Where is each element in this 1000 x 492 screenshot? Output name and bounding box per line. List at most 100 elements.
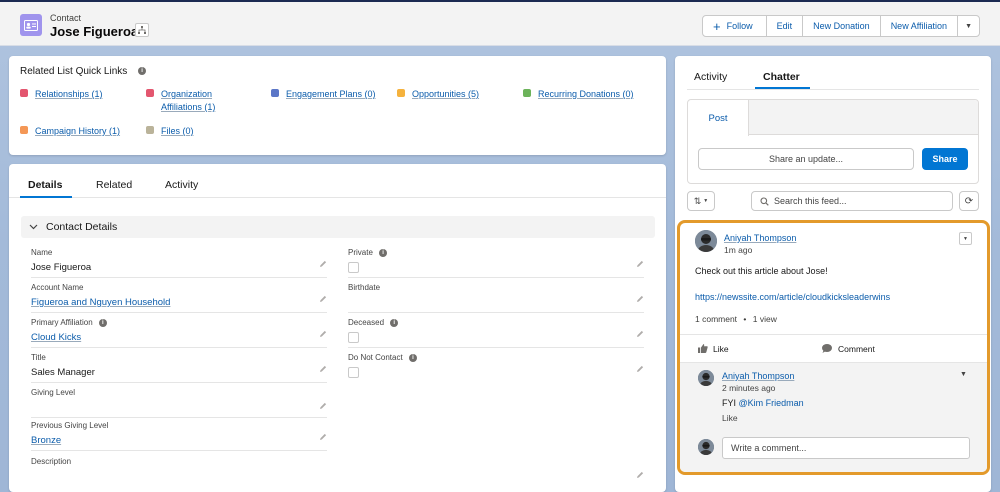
quick-link-label: Relationships (1) bbox=[35, 89, 103, 99]
like-button[interactable]: Like bbox=[698, 344, 729, 354]
share-button[interactable]: Share bbox=[922, 148, 968, 170]
chevron-down-icon[interactable]: ▼ bbox=[960, 371, 967, 378]
edit-button[interactable]: Edit bbox=[765, 15, 804, 37]
tab-details[interactable]: Details bbox=[28, 179, 62, 191]
pencil-icon[interactable] bbox=[636, 330, 644, 340]
search-icon bbox=[760, 196, 769, 206]
avatar bbox=[698, 439, 714, 455]
field-divider bbox=[348, 312, 644, 313]
refresh-icon: ⟳ bbox=[964, 195, 974, 207]
field-divider bbox=[31, 450, 327, 451]
comment-author-link[interactable]: Aniyah Thompson bbox=[722, 371, 794, 381]
pencil-icon[interactable] bbox=[319, 330, 327, 340]
view-count: 1 view bbox=[752, 314, 777, 324]
field-label-row: Do Not Contact i bbox=[348, 353, 417, 362]
quick-link-campaign-history[interactable]: Campaign History (1) bbox=[20, 125, 120, 138]
field-label: Giving Level bbox=[31, 388, 76, 397]
info-icon[interactable]: i bbox=[379, 248, 388, 257]
quick-link-organization-affiliations[interactable]: Organization Affiliations (1) bbox=[146, 88, 226, 114]
comment-count[interactable]: 1 comment bbox=[695, 314, 737, 324]
quick-link-opportunities[interactable]: Opportunities (5) bbox=[397, 88, 479, 101]
recurring-donations-icon bbox=[523, 89, 531, 97]
quick-link-relationships[interactable]: Relationships (1) bbox=[20, 88, 103, 101]
pencil-icon[interactable] bbox=[636, 471, 644, 481]
comment-label: Comment bbox=[838, 343, 875, 354]
quick-link-engagement-plans[interactable]: Engagement Plans (0) bbox=[271, 88, 376, 101]
quick-link-label: Engagement Plans (0) bbox=[286, 89, 376, 99]
feed-author-link[interactable]: Aniyah Thompson bbox=[724, 233, 796, 243]
field-label: Birthdate bbox=[348, 283, 381, 292]
comment-text: FYI bbox=[722, 398, 737, 408]
previous-giving-level-link[interactable]: Bronze bbox=[31, 435, 61, 446]
relationships-icon bbox=[20, 89, 28, 97]
feed-actions: Like Comment bbox=[680, 334, 987, 362]
info-icon[interactable]: i bbox=[408, 353, 417, 362]
feed-article-link[interactable]: https://newssite.com/article/cloudkicksl… bbox=[695, 292, 890, 302]
pencil-icon[interactable] bbox=[636, 260, 644, 270]
more-actions-button[interactable]: ▼ bbox=[957, 15, 980, 37]
feed-timestamp[interactable]: 1m ago bbox=[724, 245, 752, 255]
mention-link[interactable]: @Kim Friedman bbox=[739, 398, 804, 408]
refresh-button[interactable]: ⟳ bbox=[959, 191, 979, 211]
account-name-link[interactable]: Figueroa and Nguyen Household bbox=[31, 297, 170, 308]
pencil-icon[interactable] bbox=[636, 295, 644, 305]
avatar[interactable] bbox=[695, 230, 717, 252]
publisher: Post Share an update... Share bbox=[687, 99, 979, 184]
field-label: Primary Affiliation bbox=[31, 318, 93, 327]
primary-affiliation-link[interactable]: Cloud Kicks bbox=[31, 332, 81, 343]
field-divider bbox=[31, 382, 327, 383]
field-label: Private bbox=[348, 248, 373, 257]
chevron-down-icon bbox=[29, 224, 38, 230]
search-feed-input[interactable]: Search this feed... bbox=[751, 191, 953, 211]
quick-links-title: Related List Quick Links bbox=[20, 66, 128, 77]
quick-link-label: Files (0) bbox=[161, 126, 194, 136]
private-checkbox[interactable] bbox=[348, 262, 359, 273]
deceased-checkbox[interactable] bbox=[348, 332, 359, 343]
quick-link-label: Recurring Donations (0) bbox=[538, 89, 634, 99]
header-actions: + Follow Edit New Donation New Affiliati… bbox=[702, 15, 980, 37]
write-comment-input[interactable]: Write a comment... bbox=[722, 437, 970, 459]
quick-link-files[interactable]: Files (0) bbox=[146, 125, 194, 138]
pencil-icon[interactable] bbox=[636, 365, 644, 375]
search-placeholder: Search this feed... bbox=[774, 196, 847, 206]
do-not-contact-checkbox[interactable] bbox=[348, 367, 359, 378]
tab-chatter[interactable]: Chatter bbox=[763, 71, 800, 83]
pencil-icon[interactable] bbox=[319, 433, 327, 443]
tab-post[interactable]: Post bbox=[688, 100, 749, 136]
comment-button[interactable]: Comment bbox=[822, 344, 875, 354]
new-affiliation-button[interactable]: New Affiliation bbox=[879, 15, 959, 37]
share-update-input[interactable]: Share an update... bbox=[698, 148, 914, 170]
follow-button[interactable]: + Follow bbox=[702, 15, 767, 37]
hierarchy-icon[interactable] bbox=[135, 23, 149, 37]
record-title: Jose Figueroa bbox=[50, 24, 139, 39]
pencil-icon[interactable] bbox=[319, 260, 327, 270]
contact-details-section-header[interactable]: Contact Details bbox=[21, 216, 655, 238]
comment-like-link[interactable]: Like bbox=[722, 413, 738, 423]
tab-activity[interactable]: Activity bbox=[165, 179, 198, 191]
quick-link-label: Campaign History (1) bbox=[35, 126, 121, 136]
info-icon[interactable]: i bbox=[390, 318, 399, 327]
info-icon[interactable]: i bbox=[138, 67, 147, 76]
comment-timestamp: 2 minutes ago bbox=[722, 383, 776, 393]
comment-body: FYI @Kim Friedman bbox=[722, 398, 804, 408]
tab-related[interactable]: Related bbox=[96, 179, 132, 191]
tab-activity-side[interactable]: Activity bbox=[694, 71, 727, 83]
tab-divider bbox=[687, 89, 979, 90]
quick-links-title-row: Related List Quick Links i bbox=[20, 66, 147, 77]
pencil-icon[interactable] bbox=[319, 365, 327, 375]
pencil-icon[interactable] bbox=[319, 295, 327, 305]
chevron-down-icon: ▼ bbox=[965, 22, 972, 30]
quick-link-label: Organization Affiliations (1) bbox=[161, 89, 216, 112]
quick-link-recurring-donations[interactable]: Recurring Donations (0) bbox=[523, 88, 634, 101]
sort-button[interactable]: ⇅ ▼ bbox=[687, 191, 715, 211]
details-tabs: Details Related Activity bbox=[9, 164, 666, 198]
feed-item-menu[interactable]: ▼ bbox=[959, 232, 972, 245]
info-icon[interactable]: i bbox=[98, 318, 107, 327]
quick-link-label: Opportunities (5) bbox=[412, 89, 480, 99]
pencil-icon[interactable] bbox=[319, 402, 327, 412]
field-label: Name bbox=[31, 248, 53, 257]
field-label: Do Not Contact bbox=[348, 353, 403, 362]
new-donation-button[interactable]: New Donation bbox=[802, 15, 881, 37]
avatar[interactable] bbox=[698, 370, 714, 386]
plus-icon: + bbox=[713, 18, 721, 34]
